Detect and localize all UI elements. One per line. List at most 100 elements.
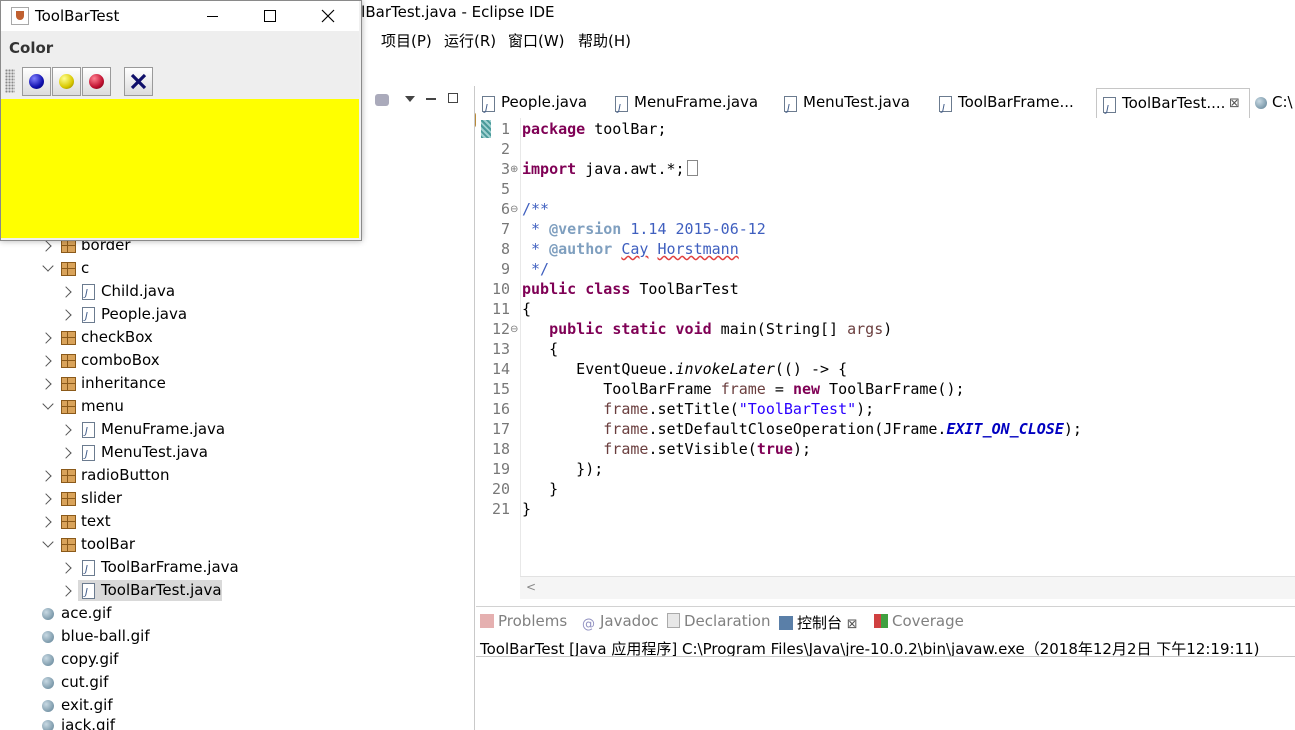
chevron-right-icon[interactable] xyxy=(40,470,52,482)
tab-console[interactable]: 控制台 ⊠ xyxy=(779,612,858,633)
minimize-button[interactable] xyxy=(183,1,241,31)
tree-item-child-java[interactable]: Child.java xyxy=(0,280,474,305)
tree-item-blue-ball-gif[interactable]: blue-ball.gif xyxy=(0,625,474,648)
menu-color[interactable]: Color xyxy=(9,39,53,57)
blue-ball-button[interactable] xyxy=(22,67,51,96)
fold-expand-icon[interactable]: ⊕ xyxy=(510,164,518,175)
chevron-down-icon[interactable] xyxy=(42,536,54,548)
chevron-right-icon[interactable] xyxy=(40,516,52,528)
tab-declaration[interactable]: Declaration xyxy=(667,612,770,630)
package-icon xyxy=(61,492,76,506)
chevron-down-icon[interactable] xyxy=(42,260,54,272)
image-file-icon xyxy=(42,631,54,643)
chevron-right-icon[interactable] xyxy=(40,240,52,252)
tree-item-toolbarframe-java[interactable]: ToolBarFrame.java xyxy=(0,556,474,581)
tab-problems[interactable]: Problems xyxy=(480,612,567,630)
tree-item-text[interactable]: text xyxy=(0,510,474,533)
tree-item-toolbartest-java[interactable]: ToolBarTest.java xyxy=(0,579,474,604)
tab-console-path[interactable]: C:\ xyxy=(1252,88,1295,117)
tab-toolbarframe-java[interactable]: ToolBarFrame... xyxy=(933,88,1093,123)
yellow-ball-button[interactable] xyxy=(52,67,81,96)
java-file-icon xyxy=(82,443,95,466)
line-number: 16 xyxy=(491,400,510,418)
chevron-right-icon[interactable] xyxy=(60,309,72,321)
chevron-right-icon[interactable] xyxy=(60,562,72,574)
tree-item-jack-gif[interactable]: jack.gif xyxy=(0,714,474,730)
exit-icon xyxy=(130,73,147,90)
tab-people-java[interactable]: People.java xyxy=(476,88,606,123)
tree-item-combobox[interactable]: comboBox xyxy=(0,349,474,372)
menu-run[interactable]: 运行(R) xyxy=(444,30,496,51)
code-editor[interactable] xyxy=(476,118,1295,576)
close-button[interactable] xyxy=(299,1,357,31)
fold-collapse-icon[interactable]: ⊖ xyxy=(510,324,518,335)
menu-help[interactable]: 帮助(H) xyxy=(578,30,631,51)
code-line-16: frame.setTitle("ToolBarTest"); xyxy=(603,400,875,418)
maximize-icon xyxy=(264,10,276,22)
tab-label: Javadoc xyxy=(600,612,659,630)
minimize-icon xyxy=(207,16,218,17)
tree-item-slider[interactable]: slider xyxy=(0,487,474,510)
line-number: 2 xyxy=(500,140,510,158)
toolbartest-menu-bar xyxy=(1,31,359,63)
tree-item-checkbox[interactable]: checkBox xyxy=(0,326,474,349)
tree-item-label: text xyxy=(81,512,111,530)
tree-item-label: slider xyxy=(81,489,123,507)
tab-close-icon[interactable]: ⊠ xyxy=(1229,89,1240,118)
red-ball-button[interactable] xyxy=(82,67,111,96)
tree-item-menu[interactable]: menu xyxy=(0,395,474,418)
tree-item-menutest-java[interactable]: MenuTest.java xyxy=(0,441,474,466)
tree-item-copy-gif[interactable]: copy.gif xyxy=(0,648,474,671)
maximize-icon[interactable] xyxy=(448,93,458,103)
code-line-12: public static void main(String[] args) xyxy=(549,320,893,338)
image-file-icon xyxy=(42,700,54,712)
tree-item-people-java[interactable]: People.java xyxy=(0,303,474,328)
chevron-right-icon[interactable] xyxy=(60,424,72,436)
folded-block-icon[interactable] xyxy=(686,160,698,176)
tree-item-toolbar[interactable]: toolBar xyxy=(0,533,474,556)
chevron-right-icon[interactable] xyxy=(60,286,72,298)
package-icon xyxy=(61,538,76,552)
tree-item-label: ace.gif xyxy=(61,604,112,622)
horizontal-scrollbar[interactable]: < xyxy=(520,576,1295,599)
console-divider xyxy=(476,656,1295,657)
code-line-8: * @author Cay Horstmann xyxy=(522,240,739,258)
javadoc-icon: @ xyxy=(582,617,595,632)
tab-menutest-java[interactable]: MenuTest.java xyxy=(778,88,928,123)
exit-button[interactable] xyxy=(124,67,153,96)
package-icon xyxy=(61,239,76,253)
fold-collapse-icon[interactable]: ⊖ xyxy=(510,204,518,215)
java-file-icon xyxy=(82,420,95,443)
link-editor-icon[interactable] xyxy=(375,94,389,106)
chevron-right-icon[interactable] xyxy=(40,332,52,344)
tree-item-c[interactable]: c xyxy=(0,257,474,280)
chevron-right-icon[interactable] xyxy=(40,378,52,390)
minimize-icon[interactable] xyxy=(426,98,436,100)
tab-menuframe-java[interactable]: MenuFrame.java xyxy=(609,88,774,123)
chevron-right-icon[interactable] xyxy=(40,493,52,505)
tree-item-ace-gif[interactable]: ace.gif xyxy=(0,602,474,625)
scroll-left-icon[interactable]: < xyxy=(526,580,536,594)
chevron-right-icon[interactable] xyxy=(40,355,52,367)
view-menu-icon[interactable] xyxy=(405,96,415,102)
java-file-icon xyxy=(82,305,95,328)
image-file-icon xyxy=(1255,97,1267,109)
line-number: 12 xyxy=(491,320,510,338)
code-line-11: { xyxy=(522,300,532,318)
maximize-button[interactable] xyxy=(241,1,299,31)
tab-close-icon[interactable]: ⊠ xyxy=(847,617,858,632)
chevron-right-icon[interactable] xyxy=(60,447,72,459)
tree-item-menuframe-java[interactable]: MenuFrame.java xyxy=(0,418,474,443)
tab-coverage[interactable]: Coverage xyxy=(874,612,964,630)
tab-javadoc[interactable]: @ Javadoc xyxy=(582,612,659,632)
menu-window[interactable]: 窗口(W) xyxy=(508,30,565,51)
tab-toolbartest-java[interactable]: ToolBarTest.... ⊠ xyxy=(1096,88,1250,124)
tree-item-inheritance[interactable]: inheritance xyxy=(0,372,474,395)
menu-project[interactable]: 项目(P) xyxy=(381,30,432,51)
chevron-down-icon[interactable] xyxy=(42,398,54,410)
chevron-right-icon[interactable] xyxy=(60,585,72,597)
tree-item-radiobutton[interactable]: radioButton xyxy=(0,464,474,487)
toolbar-drag-handle[interactable] xyxy=(5,69,15,93)
tree-item-cut-gif[interactable]: cut.gif xyxy=(0,671,474,694)
declaration-icon xyxy=(667,613,680,628)
